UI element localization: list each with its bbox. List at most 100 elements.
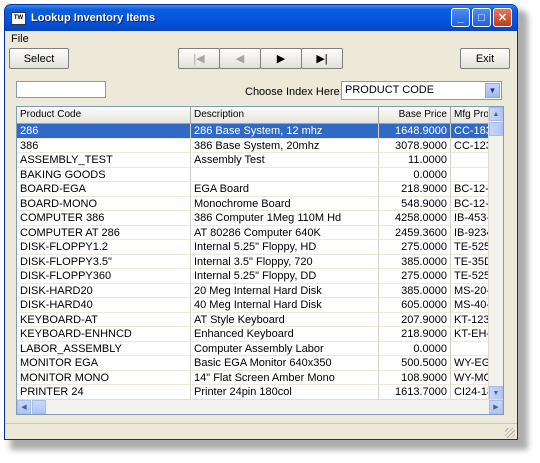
cell-description: Internal 5.25" Floppy, DD (191, 269, 379, 284)
cell-product-code: ASSEMBLY_TEST (17, 153, 191, 168)
table-row[interactable]: 286 286 Base System, 12 mhz 1648.9000 CC-18… (17, 124, 490, 139)
vertical-scroll-thumb[interactable] (489, 122, 503, 136)
title-bar[interactable]: TW Lookup Inventory Items _ □ ✕ (5, 5, 517, 31)
table-row[interactable]: BOARD-EGAEGA Board218.9000BC-12-EG (17, 182, 490, 197)
cell-product-code: KEYBOARD-AT (17, 312, 191, 327)
search-input[interactable] (16, 81, 106, 98)
table-row[interactable]: DISK-FLOPPY1.2 Internal 5.25" Floppy, HD 2… (17, 240, 490, 255)
first-record-button[interactable]: |◀ (178, 48, 220, 69)
cell-description: Assembly Test (191, 153, 379, 168)
cell-product-code: COMPUTER 386 (17, 211, 191, 226)
prev-record-button[interactable]: ◀ (219, 48, 261, 69)
cell-product-code: MONITOR EGA (17, 356, 191, 371)
cell-mfg-product (451, 153, 490, 168)
table-row[interactable]: DISK-FLOPPY3.5" Internal 3.5" Floppy, 720… (17, 254, 490, 269)
cell-mfg-product (451, 341, 490, 356)
last-record-icon: ▶| (316, 53, 328, 65)
cell-description: 14" Flat Screen Amber Mono (191, 370, 379, 385)
cell-description: Basic EGA Monitor 640x350 (191, 356, 379, 371)
table-row[interactable]: DISK-HARD40 40 Meg Internal Hard Disk 605.… (17, 298, 490, 313)
select-button[interactable]: Select (9, 48, 69, 69)
cell-product-code: MONITOR MONO (17, 370, 191, 385)
cell-base-price: 1648.9000 (379, 124, 451, 139)
table-row[interactable]: PRINTER 24 Printer 24pin 180col 1613.7000 C… (17, 385, 490, 400)
header-mfg-product[interactable]: Mfg Produ (451, 107, 490, 123)
cell-product-code: LABOR_ASSEMBLY (17, 341, 191, 356)
cell-base-price: 1613.7000 (379, 385, 451, 400)
cell-product-code: 286 (17, 124, 191, 139)
cell-mfg-product: TE-35DD (451, 254, 490, 269)
cell-product-code: KEYBOARD-ENHNCD (17, 327, 191, 342)
index-selected-value: PRODUCT CODE (345, 84, 435, 96)
app-icon: TW (11, 11, 26, 25)
chevron-down-icon[interactable]: ▼ (485, 83, 500, 98)
table-row[interactable]: COMPUTER 386 386 Computer 1Meg 110M Hd 425… (17, 211, 490, 226)
minimize-icon: _ (457, 11, 464, 24)
header-base-price[interactable]: Base Price (379, 107, 451, 123)
minimize-button[interactable]: _ (451, 8, 470, 27)
cell-base-price: 218.9000 (379, 182, 451, 197)
cell-base-price: 3078.9000 (379, 138, 451, 153)
table-row[interactable]: MONITOR EGA Basic EGA Monitor 640x350 500.… (17, 356, 490, 371)
header-product-code[interactable]: Product Code (17, 107, 191, 123)
horizontal-scrollbar[interactable]: ◀ ▶ (17, 399, 503, 414)
cell-mfg-product: BC-12-MO (451, 196, 490, 211)
cell-product-code: BOARD-MONO (17, 196, 191, 211)
table-row[interactable]: BOARD-MONO Monochrome Board 548.9000 BC-12-… (17, 196, 490, 211)
cell-description: 40 Meg Internal Hard Disk (191, 298, 379, 313)
cell-product-code: DISK-HARD40 (17, 298, 191, 313)
cell-product-code: DISK-FLOPPY3.5" (17, 254, 191, 269)
table-row[interactable]: COMPUTER AT 286 AT 80286 Computer 640K 245… (17, 225, 490, 240)
cell-product-code: COMPUTER AT 286 (17, 225, 191, 240)
cell-mfg-product: MS-20-28 (451, 283, 490, 298)
window-title: Lookup Inventory Items (31, 12, 156, 24)
table-row[interactable]: ASSEMBLY_TEST Assembly Test 11.0000 (17, 153, 490, 168)
table-row[interactable]: MONITOR MONO 14" Flat Screen Amber Mono 10… (17, 370, 490, 385)
scroll-right-icon[interactable]: ▶ (489, 400, 503, 414)
cell-product-code: DISK-HARD20 (17, 283, 191, 298)
index-select[interactable]: PRODUCT CODE ▼ (341, 81, 502, 100)
cell-mfg-product: TE-525HD (451, 240, 490, 255)
cell-mfg-product: WY-EGA (451, 356, 490, 371)
table-row[interactable]: DISK-FLOPPY360 Internal 5.25" Floppy, DD 2… (17, 269, 490, 284)
exit-button[interactable]: Exit (460, 48, 510, 69)
inventory-grid[interactable]: Product Code Description Base Price Mfg … (16, 106, 504, 415)
cell-mfg-product: IB-9234-2 (451, 225, 490, 240)
cell-description: Computer Assembly Labor (191, 341, 379, 356)
table-row[interactable]: LABOR_ASSEMBLY Computer Assembly Labor 0.0… (17, 341, 490, 356)
cell-base-price: 275.0000 (379, 269, 451, 284)
cell-mfg-product: CC-18377 (451, 124, 490, 139)
menu-file[interactable]: File (11, 33, 29, 45)
cell-product-code: BAKING GOODS (17, 167, 191, 182)
table-row[interactable]: DISK-HARD20 20 Meg Internal Hard Disk 385.… (17, 283, 490, 298)
maximize-button[interactable]: □ (472, 8, 491, 27)
resize-grip-icon[interactable] (505, 428, 515, 438)
table-row[interactable]: KEYBOARD-AT AT Style Keyboard 207.9000 KT-1… (17, 312, 490, 327)
scroll-left-icon[interactable]: ◀ (17, 400, 31, 414)
table-row[interactable]: BAKING GOODS 0.0000 (17, 167, 490, 182)
cell-mfg-product: CI24-180- (451, 385, 490, 400)
grid-header: Product Code Description Base Price Mfg … (17, 107, 490, 124)
table-row[interactable]: 386386 Base System, 20mhz3078.9000CC-123… (17, 138, 490, 153)
status-bar (5, 423, 517, 439)
scroll-down-icon[interactable]: ▼ (489, 386, 503, 400)
last-record-button[interactable]: ▶| (301, 48, 343, 69)
cell-description: 286 Base System, 12 mhz (191, 124, 379, 139)
cell-product-code: 386 (17, 138, 191, 153)
cell-description: 20 Meg Internal Hard Disk (191, 283, 379, 298)
cell-description: AT Style Keyboard (191, 312, 379, 327)
close-button[interactable]: ✕ (493, 8, 512, 27)
horizontal-scroll-thumb[interactable] (32, 400, 46, 414)
cell-product-code: BOARD-EGA (17, 182, 191, 197)
scroll-up-icon[interactable]: ▲ (489, 107, 503, 121)
cell-base-price: 0.0000 (379, 167, 451, 182)
cell-base-price: 0.0000 (379, 341, 451, 356)
cell-mfg-product: IB-453-U (451, 211, 490, 226)
cell-description: Printer 24pin 180col (191, 385, 379, 400)
cell-base-price: 4258.0000 (379, 211, 451, 226)
cell-description: 386 Base System, 20mhz (191, 138, 379, 153)
next-record-button[interactable]: ▶ (260, 48, 302, 69)
table-row[interactable]: KEYBOARD-ENHNCD Enhanced Keyboard 218.9000… (17, 327, 490, 342)
header-description[interactable]: Description (191, 107, 379, 123)
vertical-scrollbar[interactable]: ▲ ▼ (488, 107, 503, 400)
